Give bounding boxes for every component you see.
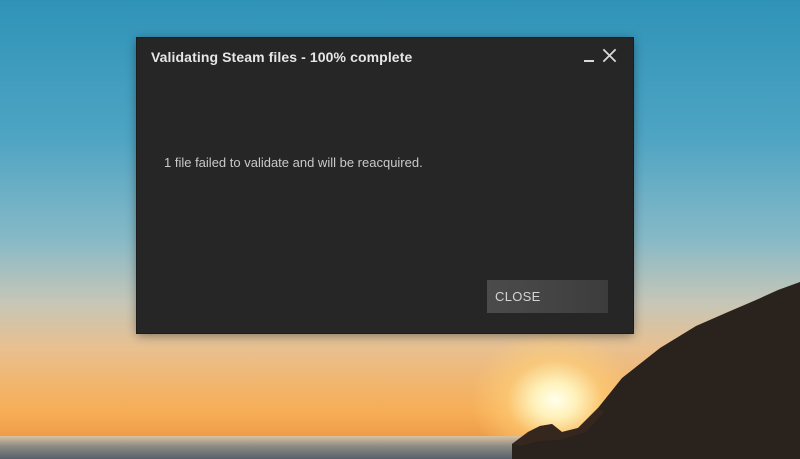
close-window-button[interactable] [600,46,620,66]
minimize-icon [584,60,594,62]
close-button[interactable]: CLOSE [487,280,608,313]
close-icon [602,48,617,63]
validation-dialog: Validating Steam files - 100% complete 1… [137,38,633,333]
minimize-button[interactable] [580,46,600,66]
validation-message: 1 file failed to validate and will be re… [164,155,423,170]
dialog-title: Validating Steam files - 100% complete [151,49,413,65]
